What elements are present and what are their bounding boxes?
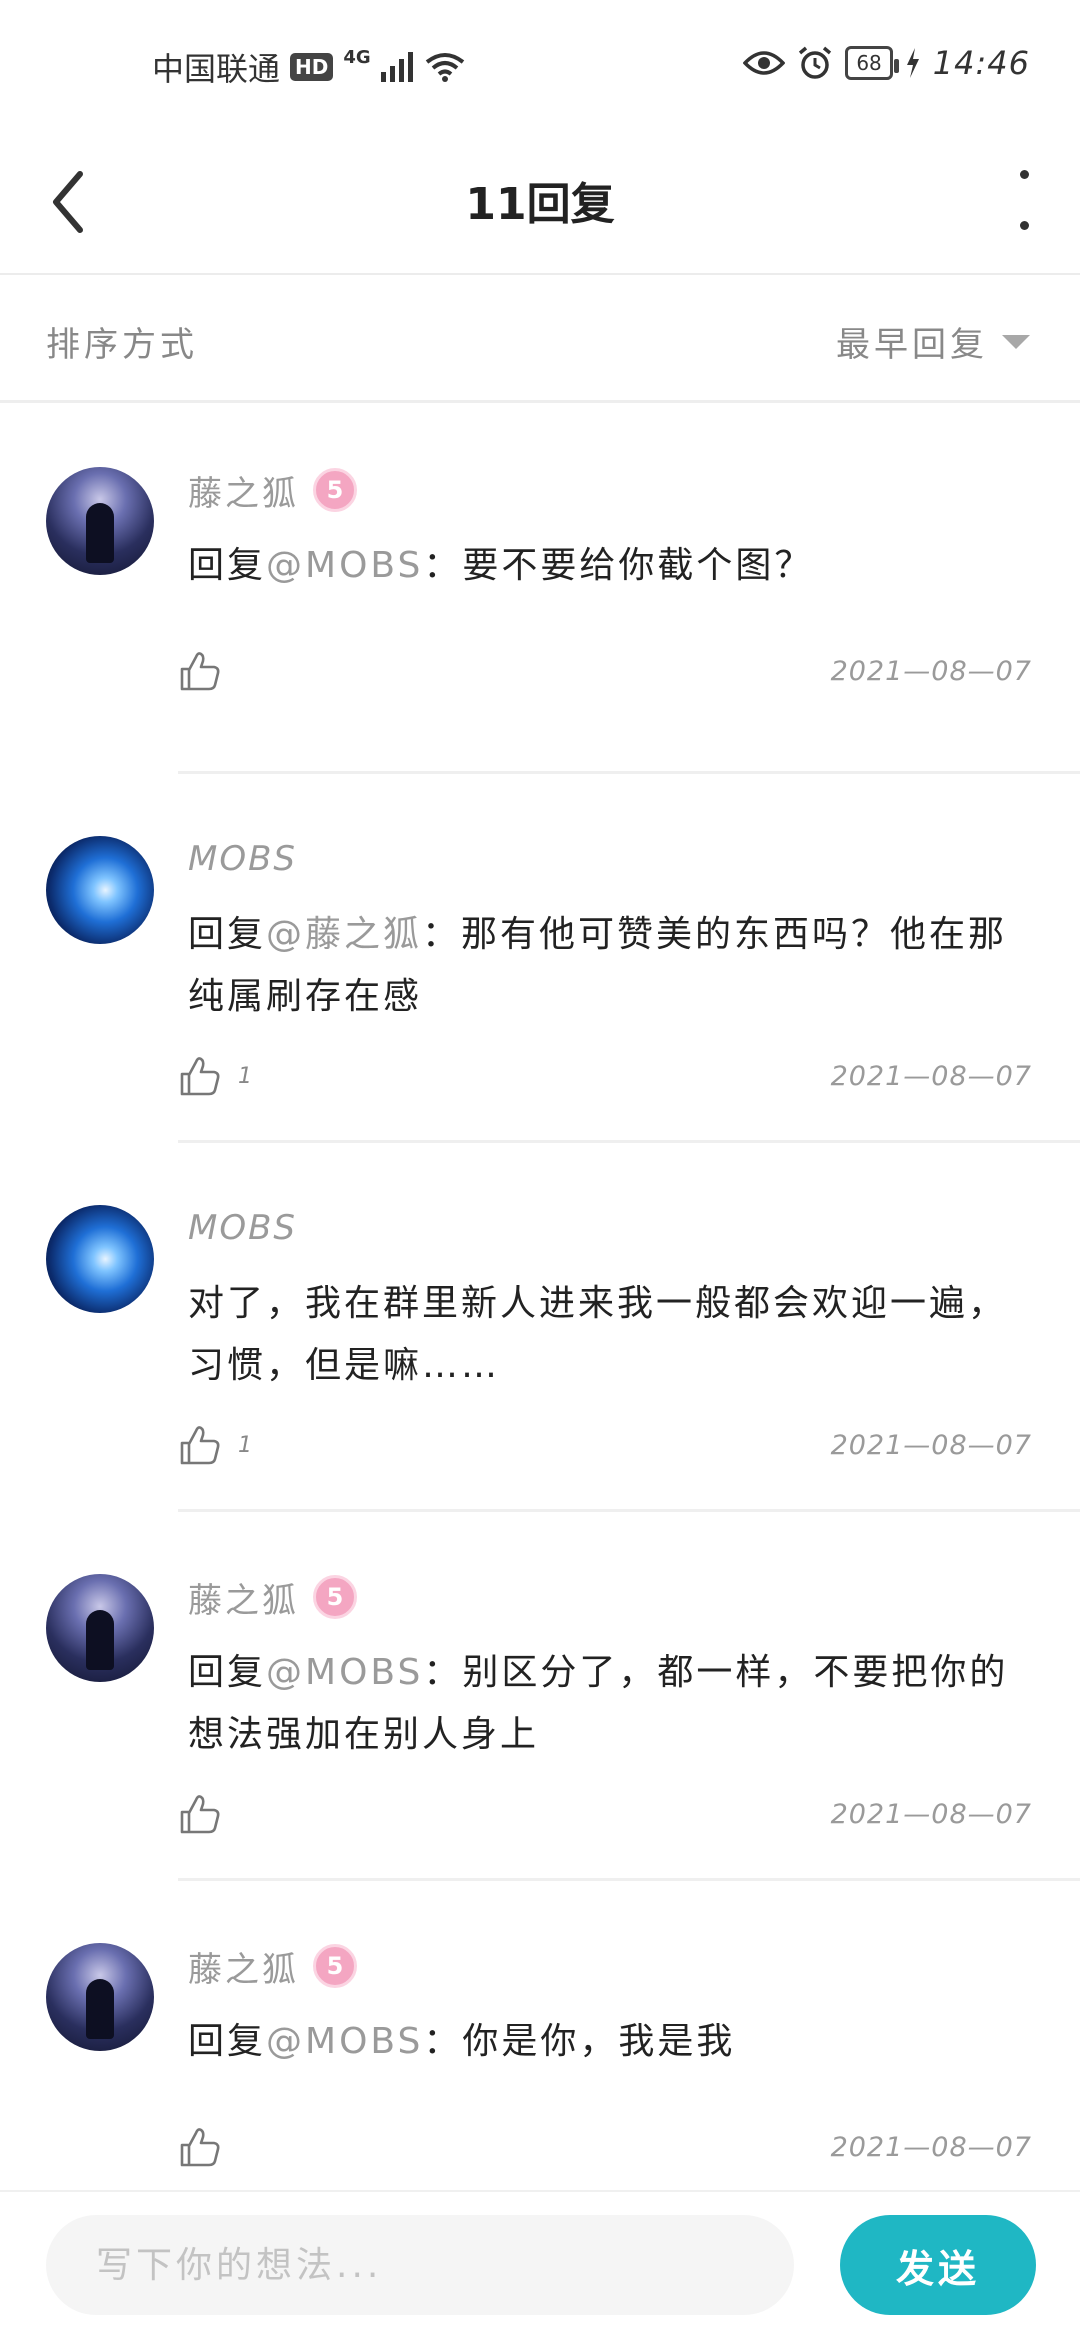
name-row: MOBS — [188, 834, 1032, 884]
comment-text[interactable]: 回复@MOBS：你是你，我是我 — [188, 2011, 1032, 2073]
carrier-label: 中国联通 — [152, 50, 281, 88]
comment-body: MOBS 对了，我在群里新人进来我一般都会欢迎一遍，习惯，但是嘛…… — [188, 1203, 1032, 1397]
list-item: 藤之狐 5 回复@MOBS：要不要给你截个图？ 2021—08—07 — [0, 405, 1080, 774]
reply-date: 2021—08—07 — [830, 1429, 1032, 1461]
charging-icon — [906, 48, 919, 78]
hd-icon: HD — [290, 53, 334, 81]
signal-icon — [380, 52, 413, 82]
reply-list: 藤之狐 5 回复@MOBS：要不要给你截个图？ 2021—08—07 MOBS … — [0, 405, 1080, 2250]
like-count: 1 — [238, 1432, 252, 1458]
comment-footer: 1 2021—08—07 — [178, 1415, 1032, 1475]
name-row: 藤之狐 5 — [188, 1572, 1032, 1622]
list-item: MOBS 对了，我在群里新人进来我一般都会欢迎一遍，习惯，但是嘛…… 1 202… — [0, 1143, 1080, 1512]
like-count: 1 — [238, 1063, 252, 1089]
status-right: 68 14:46 — [743, 44, 1030, 82]
avatar[interactable] — [46, 1943, 154, 2051]
network-type: 4G — [343, 46, 371, 68]
list-item: 藤之狐 5 回复@MOBS：别区分了，都一样，不要把你的想法强加在别人身上 20… — [0, 1512, 1080, 1881]
like-button[interactable] — [178, 649, 238, 693]
username[interactable]: 藤之狐 — [188, 466, 299, 515]
mention-link[interactable]: @MOBS — [266, 545, 423, 586]
comment-footer: 2021—08—07 — [178, 1784, 1032, 1844]
sort-label: 排序方式 — [46, 325, 198, 365]
comment-content: ：要不要给你截个图？ — [423, 545, 814, 586]
reply-date: 2021—08—07 — [830, 1060, 1032, 1092]
comment-text[interactable]: 回复@MOBS：别区分了，都一样，不要把你的想法强加在别人身上 — [188, 1642, 1032, 1766]
reply-date: 2021—08—07 — [830, 655, 1032, 687]
sort-selected-value: 最早回复 — [836, 325, 988, 365]
status-left: 中国联通 HD 4G — [152, 44, 465, 90]
clock: 14:46 — [932, 44, 1030, 82]
reply-prefix: 回复 — [188, 2021, 267, 2062]
avatar[interactable] — [46, 836, 154, 944]
comment-text[interactable]: 对了，我在群里新人进来我一般都会欢迎一遍，习惯，但是嘛…… — [188, 1273, 1032, 1397]
like-button[interactable]: 1 — [178, 1054, 252, 1098]
eye-icon — [743, 51, 786, 75]
comment-footer: 2021—08—07 — [178, 2117, 1032, 2177]
send-button[interactable]: 发送 — [840, 2215, 1036, 2315]
sort-dropdown[interactable]: 最早回复 — [836, 317, 1030, 366]
reply-input[interactable] — [46, 2215, 794, 2315]
reply-prefix: 回复 — [188, 545, 267, 586]
name-row: MOBS — [188, 1203, 1032, 1253]
avatar[interactable] — [46, 1205, 154, 1313]
level-badge: 5 — [313, 468, 357, 512]
comment-footer: 1 2021—08—07 — [178, 1046, 1032, 1106]
alarm-icon — [799, 46, 832, 79]
name-row: 藤之狐 5 — [188, 1941, 1032, 1991]
caret-down-icon — [1002, 334, 1030, 349]
username[interactable]: MOBS — [188, 839, 297, 879]
comment-text[interactable]: 回复@MOBS：要不要给你截个图？ — [188, 535, 1032, 597]
mention-link[interactable]: @MOBS — [266, 2021, 423, 2062]
comment-body: MOBS 回复@藤之狐：那有他可赞美的东西吗？他在那纯属刷存在感 — [188, 834, 1032, 1028]
page: 中国联通 HD 4G 68 14:46 11回复 排序方式 最早回复 藤之狐 5… — [0, 0, 1080, 2340]
comment-body: 藤之狐 5 回复@MOBS：别区分了，都一样，不要把你的想法强加在别人身上 — [188, 1572, 1032, 1766]
reply-date: 2021—08—07 — [830, 1798, 1032, 1830]
thumbs-up-icon — [180, 1795, 220, 1834]
mention-link[interactable]: @MOBS — [266, 1652, 423, 1693]
username[interactable]: 藤之狐 — [188, 1573, 299, 1622]
comment-text[interactable]: 回复@藤之狐：那有他可赞美的东西吗？他在那纯属刷存在感 — [188, 904, 1032, 1028]
comment-content: 对了，我在群里新人进来我一般都会欢迎一遍，习惯，但是嘛…… — [188, 1283, 1008, 1386]
app-header: 11回复 — [0, 130, 1080, 275]
mention-link[interactable]: @藤之狐 — [266, 914, 422, 955]
reply-prefix: 回复 — [188, 914, 267, 955]
reply-prefix: 回复 — [188, 1652, 267, 1693]
comment-body: 藤之狐 5 回复@MOBS：要不要给你截个图？ — [188, 465, 1032, 597]
thumbs-up-icon — [180, 1426, 220, 1465]
reply-date: 2021—08—07 — [830, 2131, 1032, 2163]
like-button[interactable] — [178, 1792, 238, 1836]
comment-content: ：你是你，我是我 — [423, 2021, 736, 2062]
thumbs-up-icon — [180, 1057, 220, 1096]
name-row: 藤之狐 5 — [188, 465, 1032, 515]
reply-input-bar: 发送 — [0, 2190, 1080, 2340]
like-button[interactable]: 1 — [178, 1423, 252, 1467]
avatar[interactable] — [46, 1574, 154, 1682]
more-options-icon[interactable] — [1014, 170, 1034, 230]
comment-body: 藤之狐 5 回复@MOBS：你是你，我是我 — [188, 1941, 1032, 2073]
status-bar: 中国联通 HD 4G 68 14:46 — [0, 0, 1080, 130]
username[interactable]: MOBS — [188, 1208, 297, 1248]
thumbs-up-icon — [180, 652, 220, 691]
username[interactable]: 藤之狐 — [188, 1942, 299, 1991]
thumbs-up-icon — [180, 2128, 220, 2167]
page-title: 11回复 — [465, 179, 615, 230]
comment-footer: 2021—08—07 — [178, 641, 1032, 701]
avatar[interactable] — [46, 467, 154, 575]
battery-icon: 68 — [845, 46, 900, 80]
level-badge: 5 — [313, 1575, 357, 1619]
level-badge: 5 — [313, 1944, 357, 1988]
list-item: MOBS 回复@藤之狐：那有他可赞美的东西吗？他在那纯属刷存在感 1 2021—… — [0, 774, 1080, 1143]
sort-bar: 排序方式 最早回复 — [0, 277, 1080, 403]
wifi-icon — [425, 53, 464, 82]
like-button[interactable] — [178, 2125, 238, 2169]
